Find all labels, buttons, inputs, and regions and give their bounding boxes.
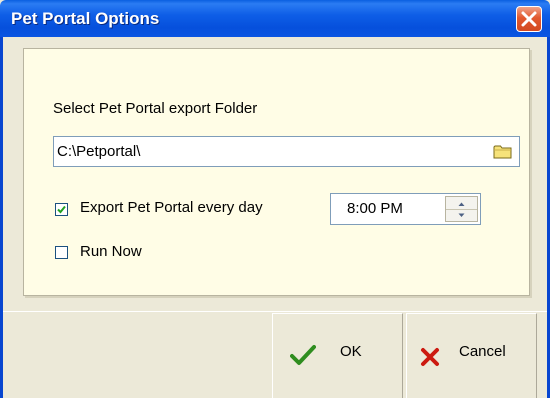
folder-label: Select Pet Portal export Folder (53, 100, 258, 117)
browse-folder-button[interactable] (493, 143, 513, 160)
window-title: Pet Portal Options (11, 9, 160, 28)
close-button[interactable] (516, 6, 542, 32)
export-daily-label: Export Pet Portal every day (80, 199, 263, 216)
checkmark-icon (57, 205, 66, 214)
close-icon (521, 11, 537, 27)
ok-button[interactable] (272, 313, 403, 398)
arrow-down-icon (458, 213, 465, 217)
button-bar-divider (3, 311, 547, 312)
x-icon (421, 348, 439, 366)
time-spinner[interactable] (445, 196, 478, 222)
run-now-checkbox[interactable] (55, 246, 68, 259)
folder-icon (493, 145, 512, 159)
spin-down-button[interactable] (446, 209, 477, 221)
run-now-label: Run Now (80, 243, 142, 260)
export-time-value: 8:00 PM (347, 200, 403, 217)
folder-path-input[interactable]: C:\Petportal\ (53, 136, 520, 167)
cancel-label: Cancel (459, 343, 506, 360)
export-daily-checkbox[interactable] (55, 203, 68, 216)
ok-label: OK (340, 343, 362, 360)
window-border-left (0, 37, 3, 398)
checkmark-icon (290, 345, 316, 365)
title-bar: Pet Portal Options (0, 0, 550, 37)
